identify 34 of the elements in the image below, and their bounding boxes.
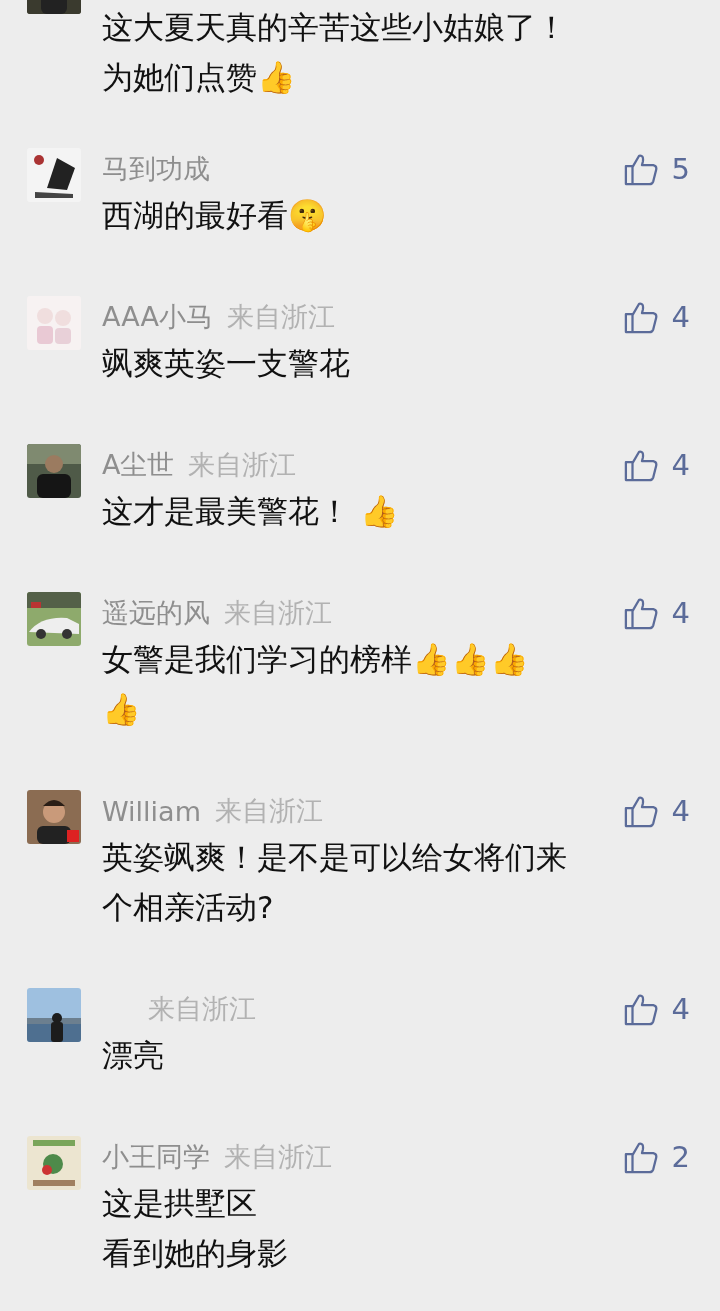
user-name[interactable]: A尘世 — [102, 447, 175, 483]
like-count: 4 — [671, 596, 690, 630]
user-name[interactable]: 马到功成 — [102, 151, 210, 187]
like-count: 4 — [671, 448, 690, 482]
like-count: 4 — [671, 794, 690, 828]
thumbs-up-icon[interactable] — [623, 794, 658, 828]
comment-text: 女警是我们学习的榜样👍👍👍 👍 — [102, 640, 530, 729]
thumbs-up-icon[interactable] — [623, 448, 658, 482]
user-name[interactable]: 遥远的风 — [102, 595, 210, 631]
thumbs-up-icon[interactable] — [623, 992, 658, 1026]
thumbs-up-icon[interactable] — [623, 152, 658, 186]
like-count: 2 — [671, 1140, 690, 1174]
location-text: 来自浙江 — [148, 992, 256, 1026]
location-text: 来自浙江 — [224, 596, 332, 630]
like-count: 4 — [671, 992, 690, 1026]
comment-text: 飒爽英姿一支警花 — [102, 344, 351, 383]
user-name[interactable]: 小王同学 — [102, 1139, 210, 1175]
comment-text: 漂亮 — [102, 1036, 165, 1075]
user-name[interactable]: William — [102, 795, 201, 827]
like-count: 4 — [671, 300, 690, 334]
location-text: 来自浙江 — [188, 448, 297, 482]
location-text: 来自浙江 — [214, 794, 323, 828]
thumbs-up-icon[interactable] — [623, 1140, 658, 1174]
comment-text: 西湖的最好看🤫 — [102, 196, 328, 235]
comment-text: 这大夏天真的辛苦这些小姑娘了！ 为她们点赞👍 — [102, 8, 568, 97]
comment-text: 这是拱墅区 看到她的身影 — [102, 1184, 289, 1273]
location-text: 来自浙江 — [226, 300, 335, 334]
location-text: 来自浙江 — [224, 1140, 332, 1174]
user-name[interactable]: AAA小马 — [102, 299, 213, 335]
like-count: 5 — [671, 152, 690, 186]
thumbs-up-icon[interactable] — [623, 300, 658, 334]
comment-text: 这才是最美警花！ 👍 — [102, 492, 400, 531]
thumbs-up-icon[interactable] — [623, 596, 658, 630]
comment-text: 英姿飒爽！是不是可以给女将们来 个相亲活动? — [102, 838, 568, 927]
